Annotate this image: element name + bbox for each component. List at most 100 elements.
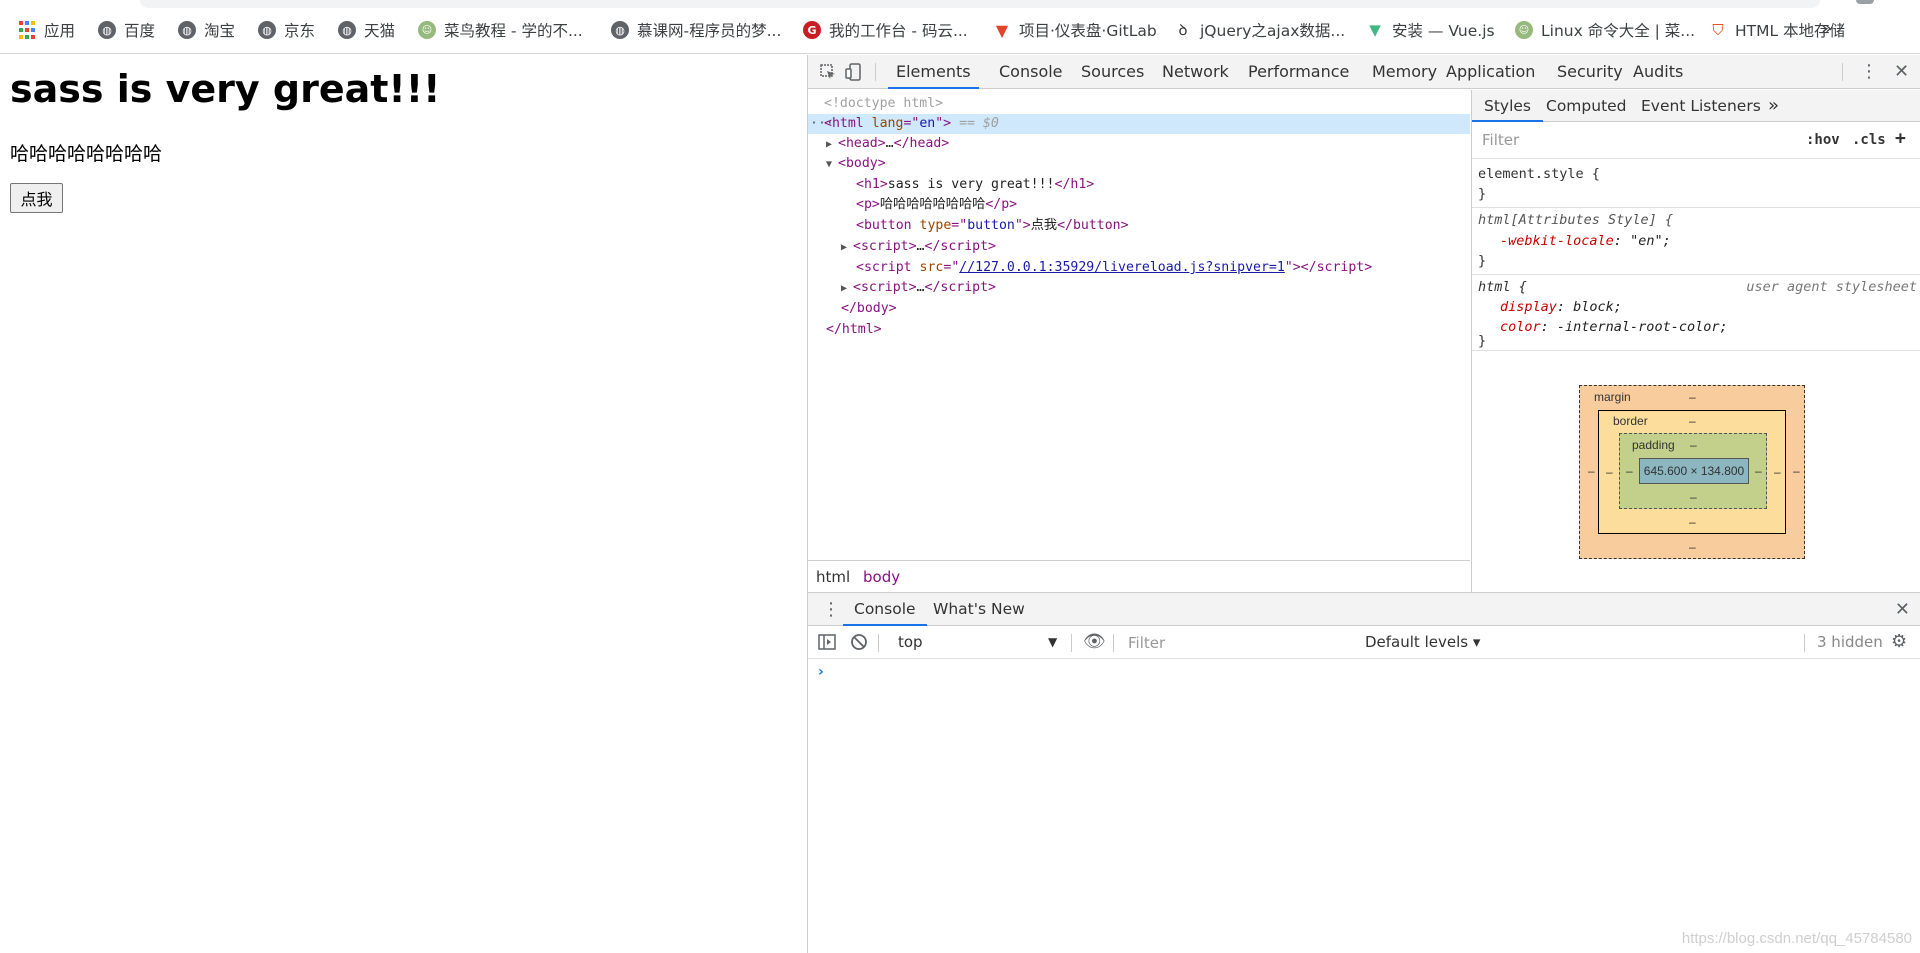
bookmark-label: 菜鸟教程 - 学的不...: [444, 22, 583, 40]
tab-sources[interactable]: Sources: [1081, 55, 1144, 89]
devtools-tabbar: Elements Console Sources Network Perform…: [808, 55, 1920, 89]
inspect-element-icon[interactable]: [818, 62, 838, 82]
tab-computed[interactable]: Computed: [1546, 90, 1627, 122]
breadcrumb: html body: [808, 560, 1470, 592]
more-tabs-chevron-icon[interactable]: »: [1768, 90, 1779, 122]
script-node[interactable]: ▶ <script>…</script>: [841, 237, 996, 257]
address-bar-edge: [140, 0, 1820, 8]
tab-elements[interactable]: Elements: [888, 55, 979, 89]
h1-node[interactable]: <h1>sass is very great!!!</h1>: [856, 175, 1094, 195]
add-rule-plus-icon[interactable]: +: [1895, 128, 1906, 149]
context-selector[interactable]: top: [898, 633, 923, 651]
bookmark-baidu[interactable]: ◍ 百度: [98, 18, 155, 42]
show-sidebar-icon[interactable]: [818, 634, 836, 654]
button-node[interactable]: <button type="button">点我</button>: [856, 216, 1129, 236]
breadcrumb-body[interactable]: body: [863, 568, 900, 586]
drawer-menu-icon[interactable]: ⋮: [822, 599, 840, 620]
html-close-node[interactable]: </html>: [826, 320, 882, 340]
console-filter-input[interactable]: Filter: [1124, 631, 1356, 655]
tab-event-listeners[interactable]: Event Listeners: [1641, 90, 1761, 122]
breadcrumb-html[interactable]: html: [816, 568, 850, 586]
globe-icon: ◍: [258, 21, 276, 39]
margin-right-value: –: [1793, 464, 1800, 478]
bookmark-gitee[interactable]: G 我的工作台 - 码云...: [803, 18, 968, 42]
profile-icon[interactable]: [1856, 0, 1874, 4]
drawer-tabbar: ⋮ Console What's New ✕: [808, 593, 1920, 626]
body-close-node[interactable]: </body>: [841, 299, 897, 319]
collapse-triangle-icon[interactable]: ▼: [826, 155, 838, 175]
device-toolbar-icon[interactable]: [844, 62, 864, 82]
padding-left-value: –: [1626, 464, 1633, 478]
box-model-border[interactable]: border – – – – padding – – – – 645.600 ×…: [1598, 410, 1786, 534]
tab-audits[interactable]: Audits: [1633, 55, 1683, 89]
body-node[interactable]: ▼ <body>: [826, 154, 886, 174]
bookmark-label: 百度: [124, 22, 156, 40]
console-prompt-icon[interactable]: ›: [818, 664, 824, 680]
tab-application[interactable]: Application: [1446, 55, 1535, 89]
styles-tabbar: Styles Computed Event Listeners »: [1472, 90, 1920, 122]
bookmark-linux[interactable]: ☺ Linux 命令大全 | 菜...: [1515, 18, 1695, 42]
cls-toggle[interactable]: .cls: [1852, 132, 1886, 148]
more-dots-icon[interactable]: ···: [808, 114, 834, 134]
bookmark-imooc[interactable]: ◍ 慕课网-程序员的梦...: [611, 18, 781, 42]
styles-filter-bar: Filter :hov .cls +: [1472, 123, 1920, 159]
gitee-icon: G: [803, 21, 821, 39]
bookmark-runoob[interactable]: ☺ 菜鸟教程 - 学的不...: [418, 18, 583, 42]
clear-console-icon[interactable]: [850, 633, 868, 655]
doctype-node[interactable]: <!doctype html>: [824, 94, 943, 114]
html-ua-rule: html { user agent stylesheet display: bl…: [1472, 276, 1920, 351]
console-settings-gear-icon[interactable]: ⚙: [1891, 631, 1907, 652]
tab-security[interactable]: Security: [1557, 55, 1623, 89]
bookmark-label: 应用: [44, 22, 76, 40]
watermark: https://blog.csdn.net/qq_45784580: [1681, 930, 1912, 947]
bookmark-jquery[interactable]: ꝺ jQuery之ajax数据...: [1174, 18, 1346, 42]
tab-styles[interactable]: Styles: [1472, 90, 1544, 122]
bookmark-icon: ꝺ: [1178, 21, 1188, 39]
border-bottom-value: –: [1689, 515, 1696, 529]
bookmark-apps[interactable]: 应用: [18, 18, 75, 42]
drawer-tab-console[interactable]: Console: [843, 593, 927, 626]
tab-console[interactable]: Console: [999, 55, 1063, 89]
livereload-script-node[interactable]: <script src="//127.0.0.1:35929/livereloa…: [856, 258, 1372, 278]
box-model-padding[interactable]: padding – – – – 645.600 × 134.800: [1619, 433, 1767, 509]
expand-triangle-icon[interactable]: ▶: [826, 135, 838, 155]
styles-filter-input[interactable]: Filter: [1480, 128, 1790, 152]
expand-triangle-icon[interactable]: ▶: [841, 279, 853, 299]
console-toolbar: top ▼ 👁 Filter Default levels ▾ 3 hidden…: [808, 627, 1920, 659]
context-dropdown-icon[interactable]: ▼: [1048, 635, 1057, 649]
runoob-icon: ☺: [418, 21, 436, 39]
bookmark-label: 天猫: [364, 22, 396, 40]
drawer-tab-whats-new[interactable]: What's New: [933, 593, 1025, 626]
bookmark-vue[interactable]: ▼ 安装 — Vue.js: [1366, 18, 1494, 42]
bookmark-jd[interactable]: ◍ 京东: [258, 18, 315, 42]
p-node[interactable]: <p>哈哈哈哈哈哈哈哈</p>: [856, 195, 1017, 215]
livereload-link[interactable]: //127.0.0.1:35929/livereload.js?snipver=…: [959, 260, 1285, 275]
tab-memory[interactable]: Memory: [1372, 55, 1437, 89]
click-me-button[interactable]: 点我: [10, 183, 63, 213]
log-levels-dropdown[interactable]: Default levels ▾: [1365, 633, 1480, 651]
close-drawer-icon[interactable]: ✕: [1895, 599, 1910, 620]
tab-performance[interactable]: Performance: [1248, 55, 1349, 89]
ua-stylesheet-label: user agent stylesheet: [1746, 279, 1917, 295]
globe-icon: ◍: [98, 21, 116, 39]
bookmark-label: 慕课网-程序员的梦...: [637, 22, 782, 40]
html5-icon: ⛉: [1712, 21, 1724, 39]
expand-triangle-icon[interactable]: ▶: [841, 238, 853, 258]
bookmark-taobao[interactable]: ◍ 淘宝: [178, 18, 235, 42]
box-model-margin[interactable]: margin – – – – border – – – – padding – …: [1579, 385, 1805, 559]
page-heading: sass is very great!!!: [10, 67, 441, 111]
bookmark-label: jQuery之ajax数据...: [1200, 22, 1346, 40]
html-node[interactable]: ···<html lang="en"> == $0: [808, 114, 1470, 134]
bookmark-tmall[interactable]: ◍ 天猫: [338, 18, 395, 42]
close-devtools-icon[interactable]: ✕: [1894, 61, 1909, 82]
bookmarks-overflow-button[interactable]: »: [1821, 18, 1832, 39]
devtools: Elements Console Sources Network Perform…: [807, 55, 1920, 953]
box-model-content[interactable]: 645.600 × 134.800: [1639, 458, 1749, 484]
live-expression-eye-icon[interactable]: 👁: [1083, 631, 1106, 652]
head-node[interactable]: ▶ <head>…</head>: [826, 134, 949, 154]
bookmark-gitlab[interactable]: ▼ 项目·仪表盘·GitLab: [993, 18, 1157, 42]
tab-network[interactable]: Network: [1162, 55, 1229, 89]
hov-toggle[interactable]: :hov: [1806, 132, 1840, 148]
kebab-menu-icon[interactable]: ⋮: [1860, 61, 1878, 82]
script-node[interactable]: ▶ <script>…</script>: [841, 278, 996, 298]
